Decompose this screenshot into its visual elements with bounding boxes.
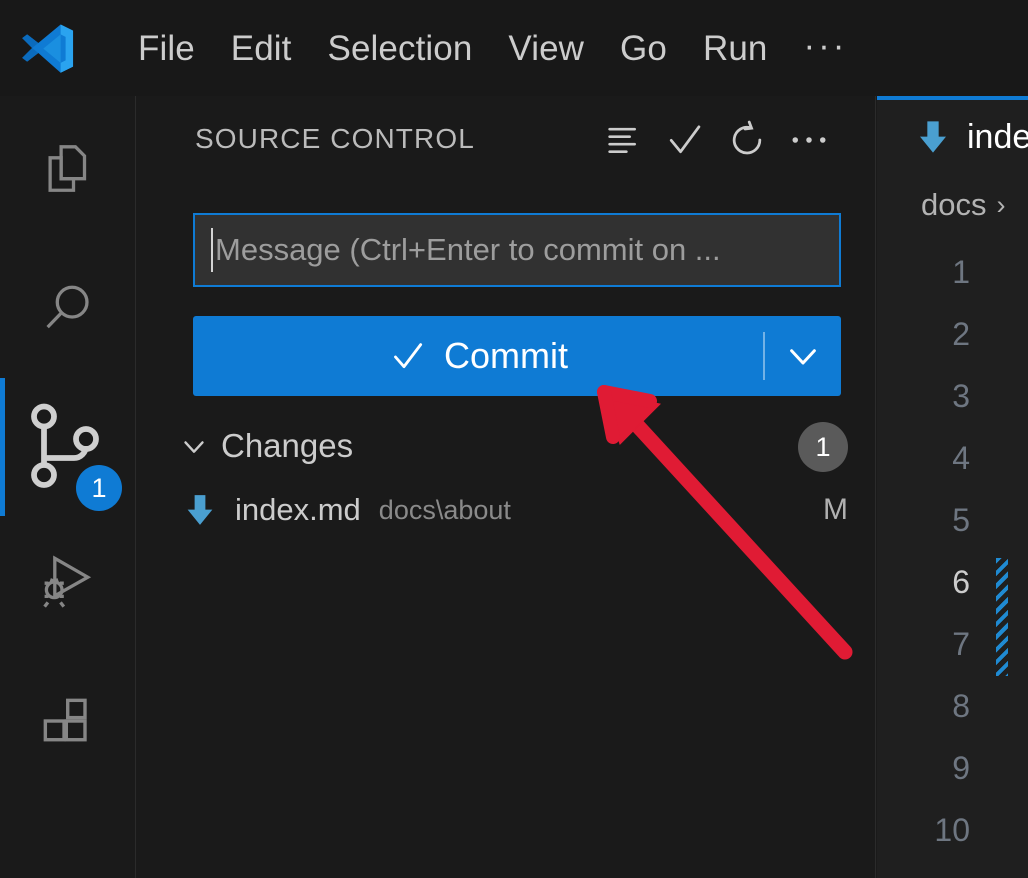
line-number: 7 — [952, 626, 970, 662]
sidebar-item-explorer[interactable] — [0, 102, 136, 240]
markdown-file-icon — [913, 117, 953, 157]
line-number: 4 — [952, 440, 970, 476]
line-row: 8 — [877, 676, 1028, 738]
list-item[interactable]: index.md docs\about M — [173, 484, 876, 536]
line-row: 1 — [877, 242, 1028, 304]
line-number-current: 6 — [952, 564, 970, 600]
source-control-header: SOURCE CONTROL — [137, 96, 876, 182]
line-row: 9 — [877, 738, 1028, 800]
commit-button[interactable]: Commit — [193, 316, 763, 396]
breadcrumb-item-docs[interactable]: docs — [921, 187, 986, 223]
title-bar: File Edit Selection View Go Run ··· — [0, 0, 1028, 96]
line-row: 2 — [877, 304, 1028, 366]
check-icon — [388, 336, 428, 376]
line-number: 1 — [952, 254, 970, 290]
line-number: 8 — [952, 688, 970, 724]
commit-action-button[interactable] — [654, 118, 716, 162]
line-number: 3 — [952, 378, 970, 414]
menu-item-file[interactable]: File — [120, 25, 213, 72]
menu-item-go[interactable]: Go — [602, 25, 685, 72]
chevron-down-icon — [173, 429, 215, 463]
line-row: 5 — [877, 490, 1028, 552]
line-row: 11 — [877, 862, 1028, 878]
line-row: 4 — [877, 428, 1028, 490]
sidebar-item-source-control[interactable]: 1 — [0, 378, 136, 516]
line-number: 5 — [952, 502, 970, 538]
tab-index-md[interactable]: inde — [877, 96, 1028, 174]
line-row: 10 — [877, 800, 1028, 862]
view-as-list-icon — [608, 127, 636, 153]
markdown-file-icon — [173, 491, 227, 529]
menu-item-selection[interactable]: Selection — [310, 25, 491, 72]
more-actions-icon — [792, 137, 826, 143]
sidebar-item-extensions[interactable] — [0, 654, 136, 792]
menu-item-run[interactable]: Run — [685, 25, 786, 72]
search-icon — [46, 285, 89, 329]
line-number: 11 — [937, 874, 970, 878]
line-number: 9 — [952, 750, 970, 786]
source-control-badge: 1 — [76, 465, 122, 511]
tab-bar: inde — [877, 96, 1028, 174]
more-actions-button[interactable] — [778, 118, 840, 162]
view-as-list-button[interactable] — [592, 118, 654, 162]
changes-count-badge: 1 — [798, 422, 848, 472]
line-row: 3 — [877, 366, 1028, 428]
text-caret — [211, 228, 213, 272]
menu-item-edit[interactable]: Edit — [213, 25, 310, 72]
commit-button-label: Commit — [444, 335, 568, 376]
line-row: 7 — [877, 614, 1028, 676]
line-number-gutter: 1 2 3 4 5 6 7 8 9 10 11 — [877, 242, 1028, 878]
vscode-logo-icon — [22, 24, 74, 73]
vscode-window: File Edit Selection View Go Run ··· 1 SO… — [0, 0, 1028, 878]
status-badge: M — [823, 493, 848, 526]
line-number: 2 — [952, 316, 970, 352]
line-number: 10 — [934, 812, 970, 848]
commit-message-input[interactable]: Message (Ctrl+Enter to commit on ... — [193, 213, 841, 287]
run-and-debug-icon — [43, 555, 92, 608]
breadcrumb-separator: › — [996, 189, 1006, 220]
line-row: 6 — [877, 552, 1028, 676]
changes-group-header[interactable]: Changes 1 — [173, 418, 876, 474]
refresh-button[interactable] — [716, 118, 778, 162]
commit-button-group: Commit — [193, 316, 841, 396]
file-name: index.md — [235, 492, 361, 527]
files-explorer-icon — [48, 145, 87, 192]
file-path: docs\about — [378, 494, 511, 525]
menu-bar: File Edit Selection View Go Run ··· — [120, 25, 865, 72]
tab-label: inde — [967, 117, 1028, 156]
chevron-down-icon — [790, 349, 816, 365]
menu-item-more[interactable]: ··· — [785, 28, 865, 69]
source-control-actions — [592, 118, 840, 162]
breadcrumb: docs › — [877, 174, 1028, 236]
commit-message-placeholder: Message (Ctrl+Enter to commit on ... — [215, 232, 721, 267]
refresh-icon — [732, 120, 762, 155]
menu-item-view[interactable]: View — [490, 25, 602, 72]
commit-dropdown-button[interactable] — [765, 316, 841, 396]
extensions-icon — [43, 698, 87, 742]
panel-title: SOURCE CONTROL — [195, 123, 475, 154]
activity-bar: 1 — [0, 96, 136, 878]
source-control-panel: SOURCE CONTROL Message (Ctrl+Enter to co… — [137, 96, 876, 878]
sidebar-item-run-debug[interactable] — [0, 516, 136, 654]
changes-label: Changes — [221, 427, 354, 464]
check-icon — [669, 125, 701, 154]
editor-area: inde docs › 1 2 3 4 5 6 7 8 9 10 11 — [877, 96, 1028, 878]
sidebar-item-search[interactable] — [0, 240, 136, 378]
